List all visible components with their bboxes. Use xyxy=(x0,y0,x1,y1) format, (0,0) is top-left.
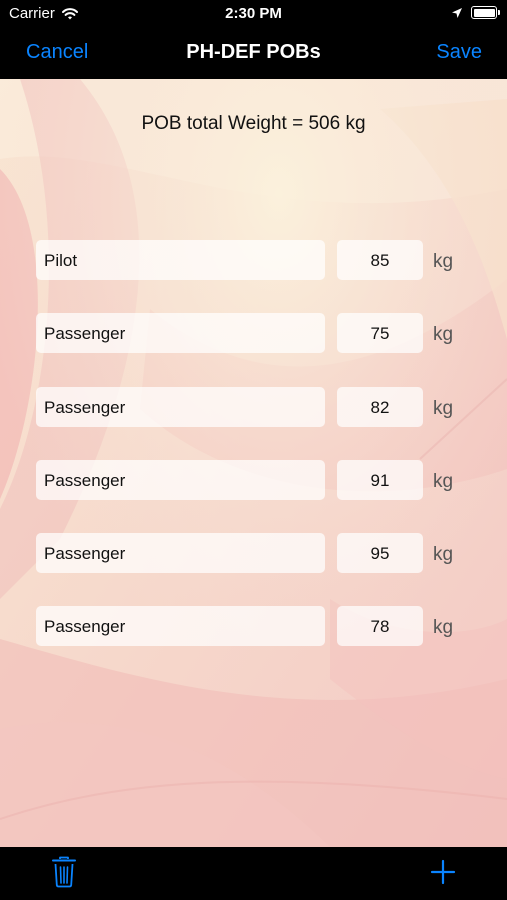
pob-row: Pilot 85 kg xyxy=(0,240,507,280)
status-bar: Carrier 2:30 PM xyxy=(0,0,507,28)
pob-name-field[interactable]: Passenger xyxy=(36,606,325,646)
weight-unit-label: kg xyxy=(433,324,454,345)
pob-row: Passenger 91 kg xyxy=(0,460,507,500)
weight-unit-label: kg xyxy=(433,251,454,272)
pob-row: Passenger 75 kg xyxy=(0,313,507,353)
battery-icon xyxy=(471,6,500,19)
pob-row: Passenger 82 kg xyxy=(0,387,507,427)
weight-unit-label: kg xyxy=(433,544,454,565)
pob-name-field[interactable]: Passenger xyxy=(36,387,325,427)
location-arrow-icon xyxy=(452,7,462,18)
page-title: PH-DEF POBs xyxy=(186,41,321,63)
pob-weight-field[interactable]: 75 xyxy=(337,313,423,353)
status-time: 2:30 PM xyxy=(225,5,282,22)
pob-name-field[interactable]: Passenger xyxy=(36,460,325,500)
pob-row: Passenger 95 kg xyxy=(0,533,507,573)
pob-name-field[interactable]: Passenger xyxy=(36,313,325,353)
pob-total-weight: POB total Weight = 506 kg xyxy=(141,113,366,134)
pob-weight-field[interactable]: 85 xyxy=(337,240,423,280)
pob-row: Passenger 78 kg xyxy=(0,606,507,646)
trash-icon[interactable] xyxy=(51,856,77,888)
pob-weight-field[interactable]: 82 xyxy=(337,387,423,427)
plus-icon[interactable] xyxy=(430,859,456,885)
pob-name-field[interactable]: Pilot xyxy=(36,240,325,280)
pob-weight-field[interactable]: 91 xyxy=(337,460,423,500)
navigation-bar: Cancel PH-DEF POBs Save xyxy=(0,28,507,79)
pob-weight-field[interactable]: 78 xyxy=(337,606,423,646)
save-button[interactable]: Save xyxy=(436,41,482,64)
status-right xyxy=(451,6,500,19)
pob-weight-field[interactable]: 95 xyxy=(337,533,423,573)
bottom-toolbar xyxy=(0,847,507,900)
weight-unit-label: kg xyxy=(433,471,454,492)
pob-list-content: POB total Weight = 506 kg Pilot 85 kg Pa… xyxy=(0,79,507,847)
weight-unit-label: kg xyxy=(433,617,454,638)
pob-name-field[interactable]: Passenger xyxy=(36,533,325,573)
weight-unit-label: kg xyxy=(433,398,454,419)
